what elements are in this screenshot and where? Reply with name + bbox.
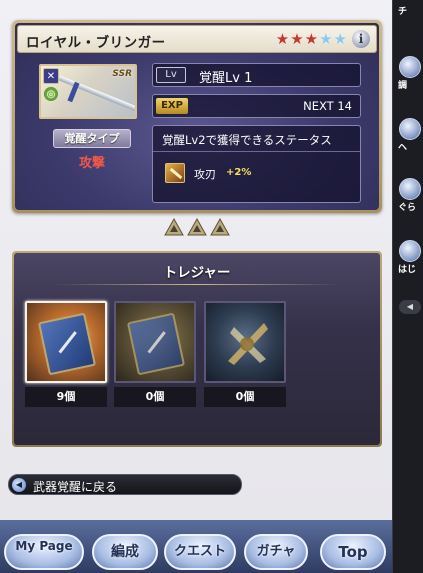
treasure-panel-inner: トレジャー 9個 0個 0個 [14, 253, 380, 445]
weapon-name-bar: ロイヤル・ブリンガー ★★★★★ i [17, 25, 377, 53]
sidebar-icon [399, 178, 421, 200]
exp-next-value: NEXT 14 [303, 99, 352, 113]
treasure-item[interactable]: 0個 [204, 301, 286, 407]
treasure-item[interactable]: 9個 [25, 301, 107, 407]
back-link-label: 武器覚醒に戻る [33, 480, 118, 494]
blue-book-icon [37, 312, 97, 376]
skill-value: +2% [226, 167, 252, 178]
collapse-arrow-icon: ◀ [399, 300, 421, 314]
awaken-type-label: 覚醒タイプ [53, 129, 131, 148]
nav-gacha-button[interactable]: ガチャ [244, 534, 308, 570]
sidebar-item[interactable]: チ [395, 4, 423, 17]
sidebar-icon [399, 56, 421, 78]
weapon-name: ロイヤル・ブリンガー [26, 35, 166, 51]
treasure-title: トレジャー [163, 265, 231, 281]
skill-name: 攻刃 [194, 168, 216, 181]
back-to-weapon-awaken-button[interactable]: ◀ 武器覚醒に戻る [8, 474, 242, 495]
treasure-item-frame[interactable] [25, 301, 107, 383]
sidebar-item-label: はじ [398, 265, 417, 275]
treasure-item-frame[interactable] [114, 301, 196, 383]
sidebar-item-label: ヘ [398, 143, 408, 153]
sidebar-icon [399, 118, 421, 140]
blue-book-icon [126, 312, 186, 376]
nav-top-button[interactable]: Top [320, 534, 386, 570]
treasure-panel: トレジャー 9個 0個 0個 [12, 251, 382, 447]
treasure-count: 0個 [204, 387, 286, 407]
weapon-panel: ロイヤル・ブリンガー ★★★★★ i SSR ✕ ◎ 覚醒タイプ 攻撃 Lv 覚… [12, 20, 382, 213]
weapon-image[interactable]: SSR ✕ ◎ [39, 64, 137, 119]
sidebar-item[interactable]: 調 [395, 56, 423, 91]
exp-badge: EXP [156, 98, 188, 114]
sidebar-item-label: チ [398, 7, 408, 17]
ssr-badge: SSR [112, 69, 132, 79]
weapon-fragment-icon [228, 323, 268, 365]
exp-row: EXP NEXT 14 [152, 94, 361, 118]
right-sidebar: チ 調 ヘ ぐら はじ ◀ [392, 0, 423, 573]
sidebar-icon [399, 240, 421, 262]
sidebar-item[interactable]: ぐら [395, 178, 423, 213]
star-icon: ★ [275, 30, 291, 48]
divider [54, 284, 340, 285]
info-icon[interactable]: i [352, 30, 370, 48]
next-status-box: 覚醒Lv2で獲得できるステータス 攻刃 +2% [152, 125, 361, 203]
nav-mypage-button[interactable]: My Page [4, 534, 84, 570]
awaken-level-triangle-icon [210, 218, 230, 236]
star-icon: ★ [304, 30, 320, 48]
awaken-level-row: Lv 覚醒Lv 1 [152, 63, 361, 87]
awaken-level-triangle-icon [164, 218, 184, 236]
element-icon: ✕ [43, 68, 59, 84]
awaken-level-triangle-icon [187, 218, 207, 236]
attack-skill-icon [165, 163, 185, 183]
divider [153, 151, 360, 152]
sidebar-item[interactable]: はじ [395, 240, 423, 275]
back-arrow-icon: ◀ [12, 478, 26, 492]
bottom-nav: My Page 編成 クエスト ガチャ Top [0, 520, 392, 573]
treasure-item[interactable]: 0個 [114, 301, 196, 407]
sidebar-item[interactable]: ヘ [395, 118, 423, 153]
nav-party-button[interactable]: 編成 [92, 534, 158, 570]
next-status-title: 覚醒Lv2で獲得できるステータス [162, 133, 332, 147]
sidebar-item-label: 調 [398, 81, 408, 91]
sidebar-item-label: ぐら [398, 203, 417, 213]
wind-element-icon: ◎ [43, 86, 59, 102]
lv-badge: Lv [156, 67, 186, 83]
sidebar-collapse-toggle[interactable]: ◀ [395, 300, 423, 314]
treasure-count: 0個 [114, 387, 196, 407]
nav-quest-button[interactable]: クエスト [164, 534, 236, 570]
treasure-count: 9個 [25, 387, 107, 407]
star-icon: ★ [290, 30, 305, 48]
star-icon: ★ [333, 30, 348, 48]
weapon-panel-inner: ロイヤル・ブリンガー ★★★★★ i SSR ✕ ◎ 覚醒タイプ 攻撃 Lv 覚… [15, 23, 379, 210]
treasure-item-frame[interactable] [204, 301, 286, 383]
rarity-stars: ★★★★★ [276, 30, 348, 48]
star-icon: ★ [319, 30, 334, 48]
awaken-type-value: 攻撃 [78, 156, 105, 171]
awaken-level-text: 覚醒Lv 1 [199, 71, 253, 86]
